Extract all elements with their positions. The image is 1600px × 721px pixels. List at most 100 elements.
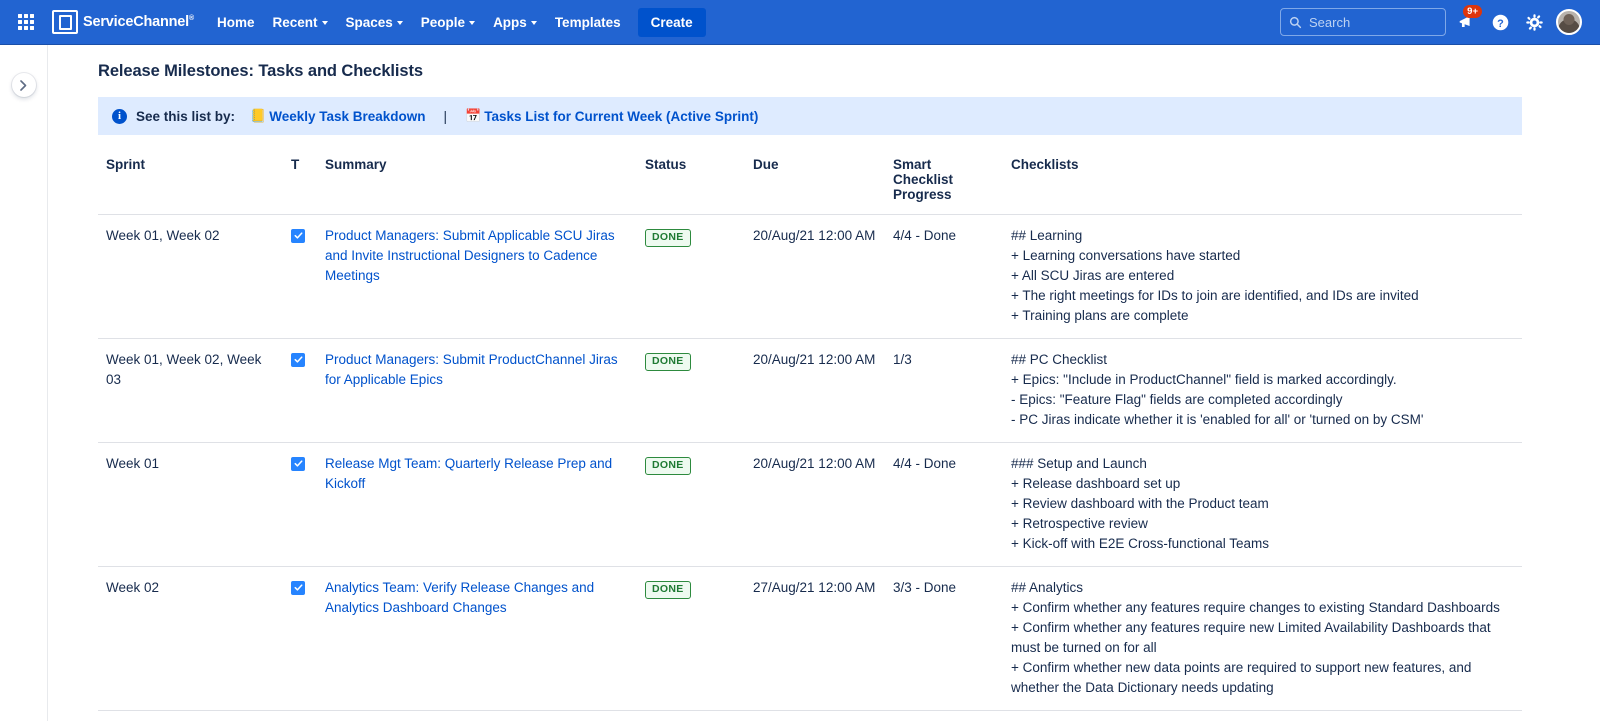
due-date-value: 20/Aug/21 12:00 AM: [753, 352, 875, 367]
cell-sprint: Week 02, Week 03: [98, 711, 283, 721]
column-header-summary[interactable]: Summary: [317, 151, 637, 215]
cell-sprint: Week 01: [98, 443, 283, 567]
due-date-value: 27/Aug/21 12:00 AM: [753, 580, 875, 595]
smart-checklist-progress-value: 4/4 - Done: [893, 456, 956, 471]
sprint-value: Week 01: [106, 456, 159, 471]
task-summary-link[interactable]: Release Mgt Team: Quarterly Release Prep…: [325, 456, 612, 491]
due-date-value: 20/Aug/21 12:00 AM: [753, 228, 875, 243]
column-header-due[interactable]: Due: [745, 151, 885, 215]
cell-progress: 4/4 - Done: [885, 215, 1003, 339]
tasks-table-body: Week 01, Week 02 Product Managers: Submit…: [98, 215, 1522, 721]
column-header-sprint[interactable]: Sprint: [98, 151, 283, 215]
calendar-icon: 📅: [465, 108, 481, 124]
page-content: Release Milestones: Tasks and Checklists…: [48, 45, 1600, 721]
task-summary-link[interactable]: Product Managers: Submit ProductChannel …: [325, 352, 618, 387]
info-banner-link-2-group: 📅 Tasks List for Current Week (Active Sp…: [465, 108, 758, 124]
cell-sprint: Week 01, Week 02, Week 03: [98, 339, 283, 443]
task-checkbox-icon[interactable]: [291, 229, 305, 243]
table-header-row: Sprint T Summary Status Due Smart Checkl…: [98, 151, 1522, 215]
nav-item-home-label: Home: [217, 15, 255, 30]
column-header-status[interactable]: Status: [637, 151, 745, 215]
gear-icon: [1525, 13, 1544, 32]
cell-type: [283, 215, 317, 339]
checklist-content: ### Setup and Launch + Release dashboard…: [1011, 454, 1514, 554]
nav-item-recent[interactable]: Recent: [263, 9, 336, 36]
nav-item-people[interactable]: People: [412, 9, 484, 36]
info-banner-link-1-group: 📒 Weekly Task Breakdown: [250, 108, 426, 124]
page-title: Release Milestones: Tasks and Checklists: [98, 62, 1540, 81]
nav-item-people-label: People: [421, 15, 465, 30]
nav-item-templates[interactable]: Templates: [546, 9, 630, 36]
task-checkbox-icon[interactable]: [291, 353, 305, 367]
tasks-table: Sprint T Summary Status Due Smart Checkl…: [98, 151, 1522, 721]
checklist-content: ## Analytics + Confirm whether any featu…: [1011, 578, 1514, 698]
app-switcher-button[interactable]: [12, 8, 40, 36]
cell-sprint: Week 02: [98, 567, 283, 711]
brand-trademark: ®: [189, 15, 194, 22]
cell-progress: 1/3: [885, 339, 1003, 443]
info-banner-link-tasks-list-current-week[interactable]: Tasks List for Current Week (Active Spri…: [484, 109, 758, 124]
info-banner-link-weekly-task-breakdown[interactable]: Weekly Task Breakdown: [269, 109, 425, 124]
create-button[interactable]: Create: [638, 8, 706, 37]
nav-right-actions: Search 9+ ?: [1280, 8, 1590, 36]
settings-button[interactable]: [1520, 8, 1548, 36]
cell-type: [283, 443, 317, 567]
task-checkbox-icon[interactable]: [291, 581, 305, 595]
column-header-t[interactable]: T: [283, 151, 317, 215]
sprint-value: Week 01, Week 02: [106, 228, 220, 243]
cell-due: 20/Aug/21 12:00 AM: [745, 339, 885, 443]
page-body: Release Milestones: Tasks and Checklists…: [0, 45, 1600, 721]
smart-checklist-progress-value: 4/4 - Done: [893, 228, 956, 243]
cell-checklists: ## PC Checklist + Epics: "Include in Pro…: [1003, 339, 1522, 443]
chevron-down-icon: [469, 21, 475, 25]
cell-checklists: ## Learning + Learning conversations hav…: [1003, 215, 1522, 339]
brand-logo-link[interactable]: ServiceChannel®: [52, 7, 194, 37]
cell-status: DONE: [637, 215, 745, 339]
cell-due: 20/Aug/21 12:00 AM: [745, 215, 885, 339]
status-badge[interactable]: DONE: [645, 353, 691, 371]
cell-progress: 2/4: [885, 711, 1003, 721]
nav-item-spaces[interactable]: Spaces: [337, 9, 412, 36]
question-circle-icon: ?: [1491, 13, 1510, 32]
left-sidebar-rail: [0, 45, 48, 721]
cell-type: [283, 567, 317, 711]
nav-item-apps[interactable]: Apps: [484, 9, 546, 36]
nav-item-home[interactable]: Home: [208, 9, 264, 36]
nav-item-recent-label: Recent: [272, 15, 317, 30]
help-button[interactable]: ?: [1486, 8, 1514, 36]
cell-summary: Product Managers: Submit ProductChannel …: [317, 339, 637, 443]
task-checkbox-icon[interactable]: [291, 457, 305, 471]
checklist-content: ## PC Checklist + Epics: "Include in Pro…: [1011, 350, 1514, 430]
chevron-down-icon: [397, 21, 403, 25]
chevron-down-icon: [322, 21, 328, 25]
info-circle-icon: i: [112, 109, 127, 124]
sprint-value: Week 01, Week 02, Week 03: [106, 352, 261, 387]
cell-checklists: ## Product Marketing + Identify products…: [1003, 711, 1522, 721]
cell-due: 20/Aug/21 12:00 AM: [745, 443, 885, 567]
task-summary-link[interactable]: Product Managers: Submit Applicable SCU …: [325, 228, 615, 283]
notifications-button[interactable]: 9+: [1452, 8, 1480, 36]
top-navigation-bar: ServiceChannel® Home Recent Spaces Peopl…: [0, 0, 1600, 45]
search-input[interactable]: Search: [1280, 8, 1446, 36]
cell-type: [283, 711, 317, 721]
smart-checklist-progress-value: 3/3 - Done: [893, 580, 956, 595]
avatar[interactable]: [1556, 9, 1582, 35]
task-summary-link[interactable]: Analytics Team: Verify Release Changes a…: [325, 580, 594, 615]
cell-progress: 3/3 - Done: [885, 567, 1003, 711]
status-badge[interactable]: DONE: [645, 229, 691, 247]
info-banner: i See this list by: 📒 Weekly Task Breakd…: [98, 97, 1522, 135]
column-header-progress[interactable]: Smart Checklist Progress: [885, 151, 1003, 215]
column-header-checklists[interactable]: Checklists: [1003, 151, 1522, 215]
status-badge[interactable]: DONE: [645, 457, 691, 475]
info-banner-lead: See this list by:: [136, 109, 235, 124]
status-badge[interactable]: DONE: [645, 581, 691, 599]
cell-status: DONE: [637, 339, 745, 443]
table-row: Week 01 Release Mgt Team: Quarterly Relea…: [98, 443, 1522, 567]
nav-item-templates-label: Templates: [555, 15, 621, 30]
cell-summary: Product Managers: Submit Applicable SCU …: [317, 215, 637, 339]
cell-checklists: ### Setup and Launch + Release dashboard…: [1003, 443, 1522, 567]
cell-due: 27/Aug/21 12:00 AM: [745, 567, 885, 711]
brand-name: ServiceChannel®: [83, 14, 194, 30]
sidebar-expand-button[interactable]: [12, 73, 36, 97]
chevron-down-icon: [531, 21, 537, 25]
